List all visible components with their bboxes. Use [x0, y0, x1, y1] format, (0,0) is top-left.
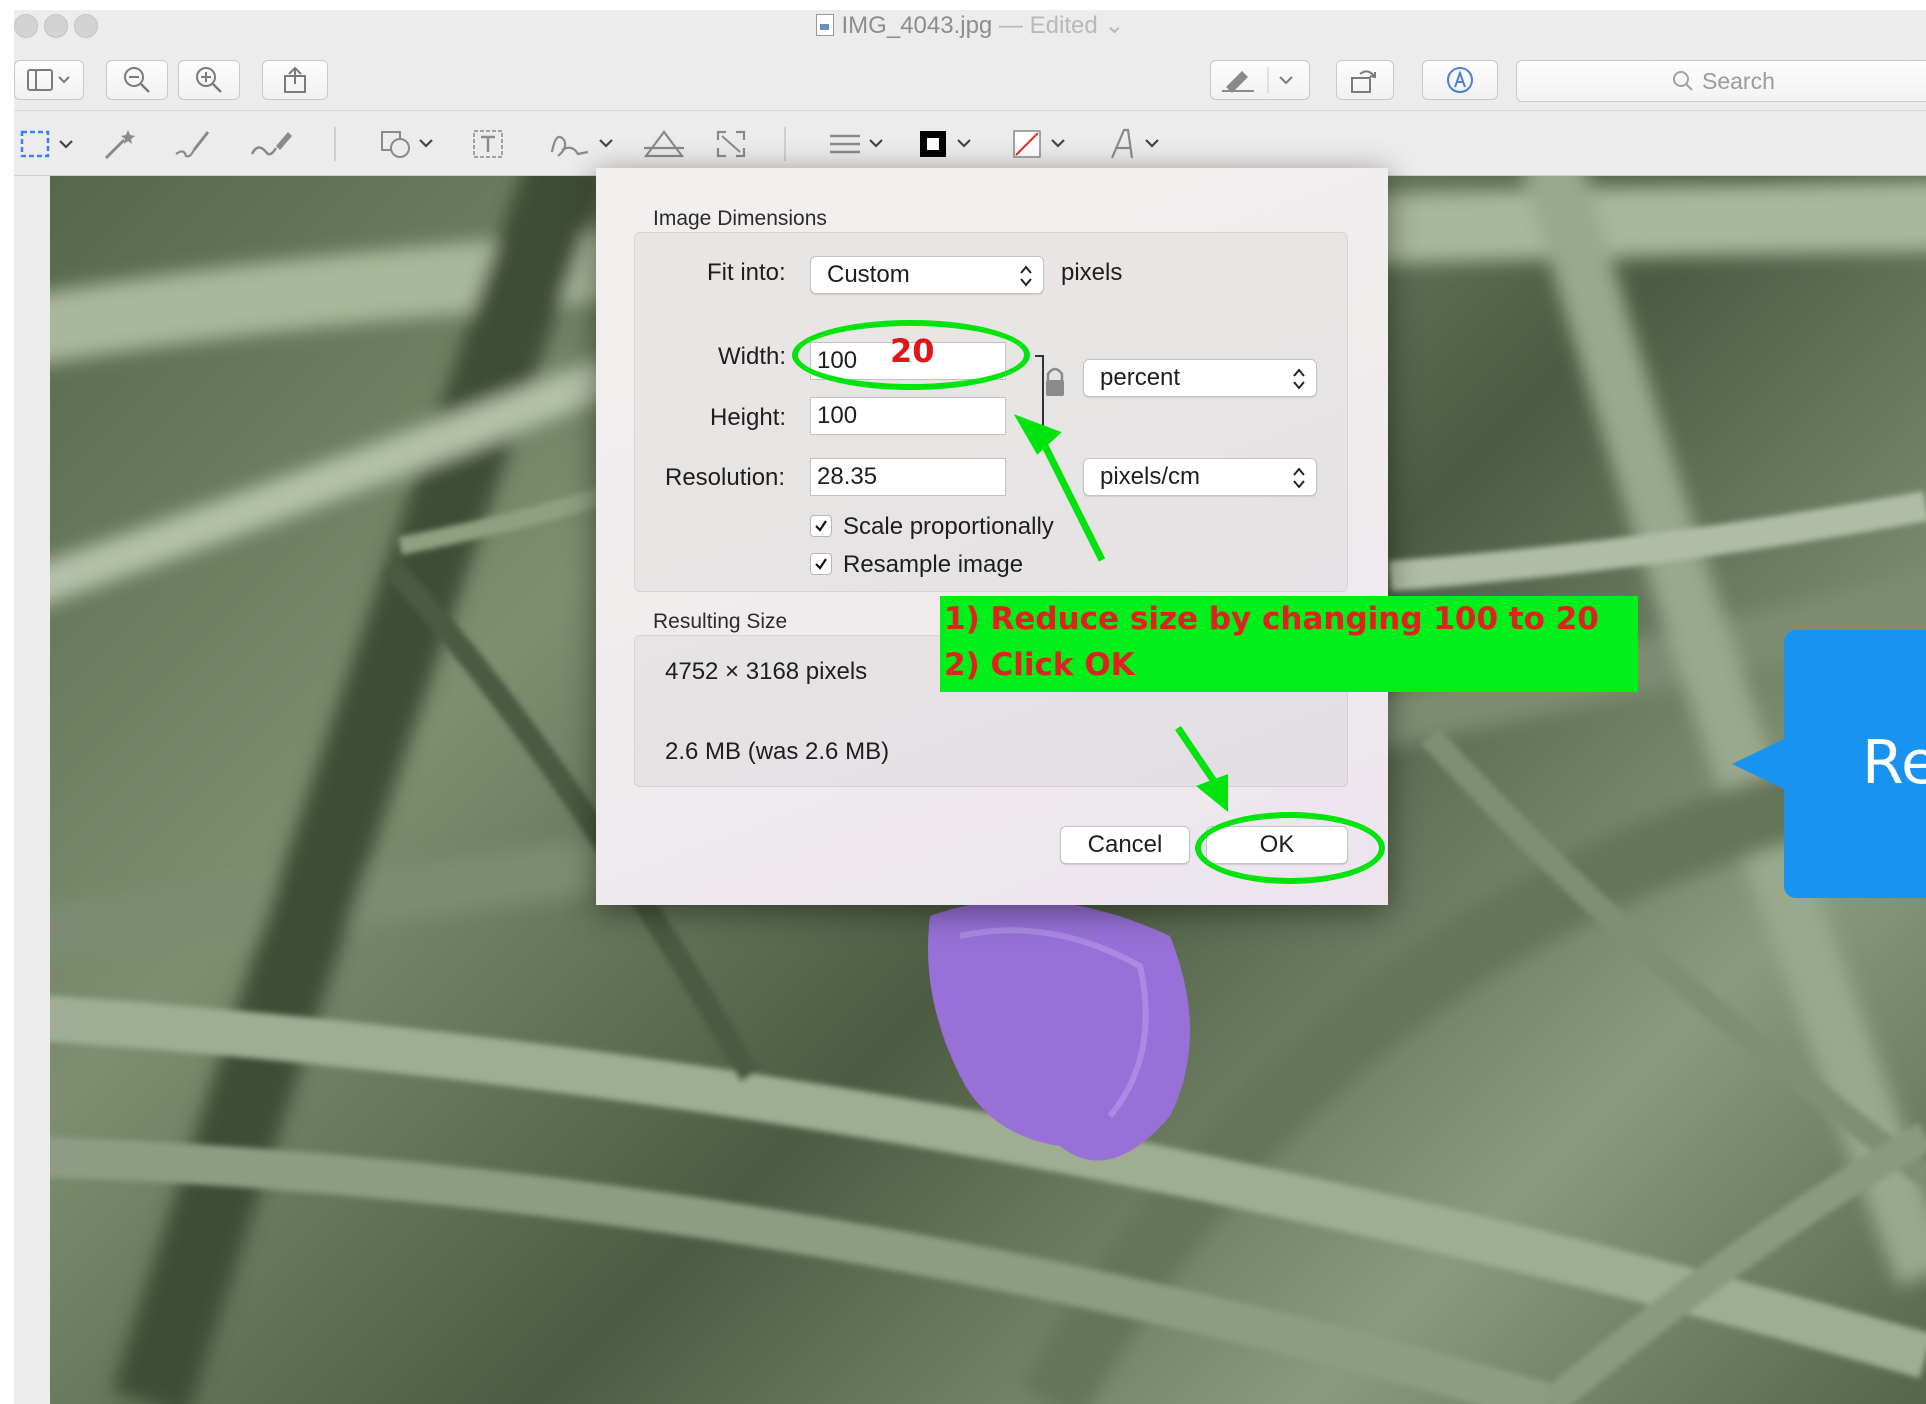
share-button[interactable] [262, 60, 328, 100]
annotate-icon [1447, 67, 1473, 93]
sketch-tool[interactable] [172, 125, 212, 163]
resample-image-label: Resample image [843, 551, 1024, 578]
resulting-filesize: 2.6 MB (was 2.6 MB) [665, 738, 890, 765]
share-icon [284, 66, 306, 93]
fit-into-label: Fit into: [707, 259, 786, 286]
instant-alpha-icon [104, 130, 135, 160]
sign-tool[interactable] [548, 125, 622, 163]
window-title-filename: IMG_4043.jpg [841, 12, 993, 39]
height-label: Height: [710, 404, 787, 431]
border-color-icon [920, 131, 971, 157]
aspect-lock[interactable] [1033, 354, 1073, 434]
callout-pointer [1732, 738, 1786, 790]
toolbar-separator [334, 127, 336, 161]
adjust-size-icon [716, 130, 746, 158]
markup-toolbar [14, 110, 1926, 176]
markup-pen-icon [1222, 67, 1293, 93]
sidebar-icon [27, 69, 70, 91]
resulting-pixels: 4752 × 3168 pixels [665, 658, 868, 685]
image-dimensions-title: Image Dimensions [653, 207, 827, 230]
search-icon [1673, 71, 1693, 91]
text-style-tool[interactable] [1106, 125, 1170, 163]
zoom-out-icon [124, 67, 150, 93]
ok-highlight-ring [1195, 812, 1385, 884]
draw-icon [250, 132, 292, 156]
zoom-in-icon [196, 67, 222, 93]
checkmark-icon [815, 558, 827, 570]
new-width-annotation: 20 [890, 332, 935, 370]
markup-toolbar-button[interactable] [1210, 60, 1310, 100]
callout-text: Re [1862, 728, 1926, 798]
sidebar-toggle-button[interactable] [14, 60, 84, 100]
sign-icon [550, 135, 613, 157]
resolution-unit-value: pixels/cm [1100, 463, 1201, 490]
resolution-input[interactable]: 28.35 [810, 458, 1006, 496]
updown-arrows-icon [1293, 467, 1305, 489]
resize-image-dialog: Image Dimensions Fit into: Custom pixels… [596, 168, 1388, 905]
shapes-tool[interactable] [380, 125, 440, 163]
height-input[interactable]: 100 [810, 397, 1006, 435]
rotate-button[interactable] [1336, 60, 1394, 100]
draw-tool[interactable] [248, 125, 294, 163]
text-style-icon [1110, 128, 1159, 159]
fit-into-value: Custom [827, 261, 910, 288]
resolution-label: Resolution: [665, 464, 786, 491]
border-color-tool[interactable] [918, 125, 982, 163]
fit-into-unit: pixels [1061, 259, 1123, 286]
rect-selection-tool[interactable] [20, 125, 80, 163]
width-label: Width: [718, 343, 787, 370]
instruction-line-1: 1) Reduce size by changing 100 to 20 [944, 601, 1599, 637]
checkmark-icon [815, 520, 827, 532]
shape-style-tool[interactable] [828, 125, 892, 163]
updown-arrows-icon [1293, 368, 1305, 390]
scale-proportionally-label: Scale proportionally [843, 513, 1054, 540]
height-value: 100 [817, 402, 858, 429]
cancel-button[interactable]: Cancel [1060, 826, 1190, 864]
lock-icon [1046, 367, 1064, 396]
fill-color-icon [1013, 130, 1065, 158]
document-icon [815, 14, 834, 36]
window-title-status: Edited [1029, 12, 1098, 39]
annotate-button[interactable] [1422, 60, 1498, 100]
instruction-line-2: 2) Click OK [944, 647, 1135, 683]
instruction-box: 1) Reduce size by changing 100 to 20 2) … [940, 596, 1638, 692]
size-unit-select[interactable]: percent [1083, 359, 1317, 397]
main-toolbar: Search [14, 46, 1926, 110]
resulting-size-title: Resulting Size [653, 610, 788, 633]
window-title[interactable]: IMG_4043.jpg — Edited ⌄ [14, 10, 1926, 42]
zoom-in-button[interactable] [178, 60, 240, 100]
shapes-icon [381, 131, 433, 158]
resample-image-checkbox[interactable] [810, 553, 832, 575]
search-placeholder: Search [1702, 67, 1775, 94]
scale-proportionally-checkbox[interactable] [810, 515, 832, 537]
toolbar-separator [784, 127, 786, 161]
rect-selection-icon [20, 130, 73, 158]
chevron-down-icon: ⌄ [1104, 12, 1125, 39]
shape-style-icon [830, 134, 883, 154]
updown-arrows-icon [1020, 265, 1032, 287]
text-icon [473, 130, 503, 158]
sketch-icon [175, 131, 210, 158]
resolution-value: 28.35 [817, 463, 878, 490]
fill-color-tool[interactable] [1012, 125, 1076, 163]
size-unit-value: percent [1100, 364, 1181, 391]
search-input[interactable]: Search [1516, 60, 1926, 102]
adjust-size-tool[interactable] [714, 125, 748, 163]
rotate-icon [1351, 70, 1376, 93]
zoom-out-button[interactable] [106, 60, 168, 100]
fit-into-select[interactable]: Custom [810, 256, 1044, 294]
text-tool[interactable] [472, 125, 506, 163]
instant-alpha-tool[interactable] [102, 125, 138, 163]
canvas-margin [14, 176, 50, 1404]
adjust-color-tool[interactable] [642, 125, 686, 163]
window-title-separator: — [998, 12, 1023, 39]
resolution-unit-select[interactable]: pixels/cm [1083, 458, 1317, 496]
adjust-color-icon [643, 130, 685, 158]
